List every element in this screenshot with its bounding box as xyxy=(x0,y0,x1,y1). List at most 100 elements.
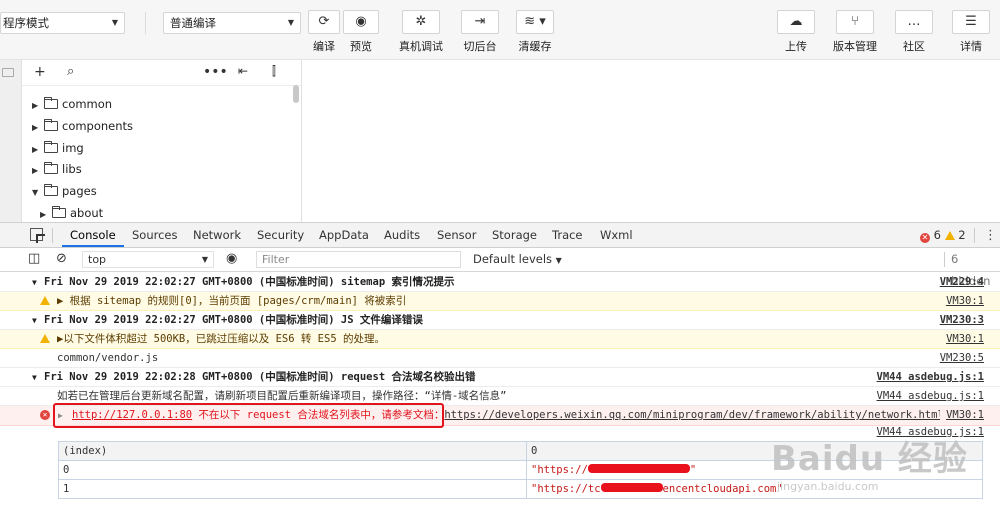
context-select[interactable]: top ▼ xyxy=(82,251,214,268)
background-button[interactable]: ⇥ 切后台 xyxy=(461,10,499,56)
redaction-mark xyxy=(600,483,663,492)
collapse-icon[interactable]: ⇤ xyxy=(238,64,248,78)
more-vert-icon[interactable]: ⋮ xyxy=(984,228,997,243)
community-button[interactable]: … 社区 xyxy=(895,10,933,56)
sidebar-toggle-icon[interactable]: ◫ xyxy=(28,248,40,270)
search-icon[interactable]: ⌕ xyxy=(67,64,74,79)
doc-link[interactable]: https://developers.weixin.qq.com/minipro… xyxy=(444,409,943,421)
toolbar-divider xyxy=(145,12,146,34)
mode-select[interactable]: 程序模式 ▼ xyxy=(0,12,125,34)
tree-item-common[interactable]: ▶ common xyxy=(32,94,112,114)
source-link[interactable]: VM230:3 xyxy=(940,311,984,329)
console-group-header[interactable]: ▼ Fri Nov 29 2019 22:02:28 GMT+0800 (中国标… xyxy=(0,368,1000,387)
console-warning[interactable]: ▶以下文件体积超过 500KB，已跳过压缩以及 ES6 转 ES5 的处理。 V… xyxy=(0,330,1000,349)
source-link[interactable]: VM230:5 xyxy=(940,349,984,367)
layout-icon[interactable]: ⫿ xyxy=(272,64,276,79)
tree-item-label: pages xyxy=(62,184,97,198)
folder-icon xyxy=(44,162,58,174)
simulator-icon[interactable] xyxy=(2,68,14,77)
tab-appdata[interactable]: AppData xyxy=(319,223,369,247)
warning-text: ▶以下文件体积超过 500KB，已跳过压缩以及 ES6 转 ES5 的处理。 xyxy=(57,333,385,345)
tree-toolbar: + ⌕ ••• ⇤ ⫿ xyxy=(22,60,301,86)
table-header-cell[interactable]: (index) xyxy=(58,441,527,461)
tab-audits[interactable]: Audits xyxy=(384,223,420,247)
console-group-header[interactable]: ▼ Fri Nov 29 2019 22:02:27 GMT+0800 (中国标… xyxy=(0,311,1000,330)
upload-button[interactable]: ☁ 上传 xyxy=(777,10,815,56)
error-count: 6 xyxy=(933,228,941,242)
tab-wxml[interactable]: Wxml xyxy=(600,223,633,247)
tree-item-img[interactable]: ▶ img xyxy=(32,138,84,158)
chevron-down-icon: ▼ xyxy=(32,278,37,287)
eye-icon[interactable]: ◉ xyxy=(226,248,237,270)
chevron-down-icon: ▼ xyxy=(32,188,39,197)
details-button[interactable]: ☰ 详情 xyxy=(952,10,990,56)
error-icon: ✕ xyxy=(40,410,50,420)
chevron-down-icon: ▼ xyxy=(32,316,37,325)
tab-storage[interactable]: Storage xyxy=(492,223,537,247)
tab-console[interactable]: Console xyxy=(62,223,124,247)
source-link[interactable]: VM44 asdebug.js:1 xyxy=(877,387,984,405)
tab-network[interactable]: Network xyxy=(193,223,241,247)
warning-count: 2 xyxy=(958,228,966,242)
compile-button[interactable]: ⟳ 编译 xyxy=(308,10,340,56)
source-link[interactable]: VM30:1 xyxy=(946,330,984,348)
warning-icon xyxy=(40,296,50,305)
compile-select[interactable]: 普通编译 ▼ xyxy=(163,12,301,34)
folder-icon xyxy=(52,206,66,218)
console-group-header[interactable]: ▼ Fri Nov 29 2019 22:02:27 GMT+0800 (中国标… xyxy=(0,273,1000,292)
preview-button[interactable]: ◉ 预览 xyxy=(342,10,380,56)
issue-counter[interactable]: ✕ 6 2 xyxy=(920,223,966,247)
filter-input[interactable]: Filter xyxy=(256,251,461,268)
folder-icon xyxy=(44,119,58,131)
background-label: 切后台 xyxy=(463,40,497,53)
source-link[interactable]: VM30:1 xyxy=(940,406,984,425)
source-link[interactable]: VM44 asdebug.js:1 xyxy=(877,368,984,386)
table-cell-text: "https://tc xyxy=(531,483,601,495)
chevron-down-icon: ▼ xyxy=(287,18,294,27)
bug-icon: ✲ xyxy=(402,10,440,34)
warning-icon xyxy=(944,231,955,240)
devtools-tabbar: Console Sources Network Security AppData… xyxy=(0,222,1000,248)
editor-area[interactable] xyxy=(302,60,1000,222)
clear-console-icon[interactable]: ⊘ xyxy=(56,248,67,270)
console-filterbar: ◫ ⊘ top ▼ ◉ Filter Default levels ▼ 6 hi… xyxy=(0,248,1000,288)
remote-debug-button[interactable]: ✲ 真机调试 xyxy=(398,10,444,56)
source-link[interactable]: VM30:1 xyxy=(946,292,984,310)
tree-item-pages[interactable]: ▼ pages xyxy=(32,181,97,201)
tree-item-libs[interactable]: ▶ libs xyxy=(32,159,82,179)
add-icon[interactable]: + xyxy=(34,64,46,80)
clear-cache-button[interactable]: ≋ ▾ 清缓存 xyxy=(516,10,554,56)
chevron-right-icon: ▶ xyxy=(32,166,39,175)
more-icon[interactable]: ••• xyxy=(203,64,228,80)
inspect-icon[interactable] xyxy=(30,228,45,243)
watermark: Baidu 经验 jingyan.baidu.com xyxy=(765,425,995,503)
tab-trace[interactable]: Trace xyxy=(552,223,583,247)
eye-icon: ◉ xyxy=(343,10,379,34)
switch-icon: ⇥ xyxy=(461,10,499,34)
details-label: 详情 xyxy=(960,40,982,53)
console-warning[interactable]: ▶ 根据 sitemap 的规则[0]，当前页面 [pages/crm/main… xyxy=(0,292,1000,311)
compile-select-value: 普通编译 xyxy=(170,16,216,30)
log-text: common/vendor.js xyxy=(57,352,159,364)
remote-debug-label: 真机调试 xyxy=(399,40,443,53)
table-cell: 1 xyxy=(58,479,527,499)
source-link[interactable]: VM229:4 xyxy=(940,273,984,291)
version-button[interactable]: ⑂ 版本管理 xyxy=(830,10,880,56)
table-cell: 0 xyxy=(58,460,527,480)
chevron-down-icon: ▼ xyxy=(111,18,118,27)
tab-security[interactable]: Security xyxy=(257,223,304,247)
levels-value: Default levels xyxy=(473,252,553,266)
tab-sources[interactable]: Sources xyxy=(132,223,178,247)
warning-text: ▶ 根据 sitemap 的规则[0]，当前页面 [pages/crm/main… xyxy=(57,295,407,307)
tab-sensor[interactable]: Sensor xyxy=(437,223,476,247)
tree-item-components[interactable]: ▶ components xyxy=(32,116,133,136)
highlight-box xyxy=(53,403,444,428)
levels-select[interactable]: Default levels ▼ xyxy=(473,248,562,272)
warning-icon xyxy=(40,334,50,343)
tree-scrollbar[interactable] xyxy=(293,85,299,103)
folder-icon xyxy=(44,97,58,109)
tree-item-about[interactable]: ▶ about xyxy=(40,203,103,223)
file-tree: + ⌕ ••• ⇤ ⫿ ▶ common ▶ components ▶ img ▶ li… xyxy=(22,60,302,222)
folder-icon xyxy=(44,141,58,153)
table-cell-text: " xyxy=(689,464,697,476)
